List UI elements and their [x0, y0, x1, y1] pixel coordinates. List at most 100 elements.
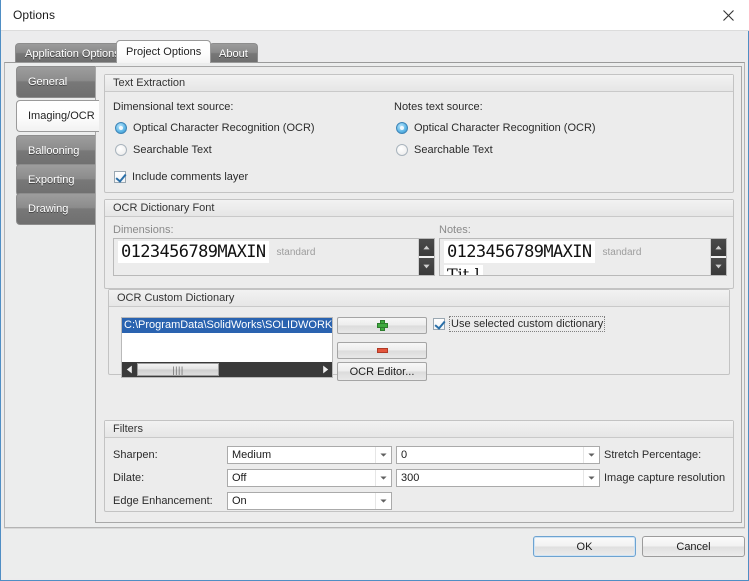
cancel-button-label: Cancel — [676, 541, 710, 553]
ok-button[interactable]: OK — [533, 536, 636, 557]
horizontal-scroll-thumb[interactable]: |||| — [137, 363, 219, 376]
ocr-editor-button[interactable]: OCR Editor... — [337, 362, 427, 381]
content-pane: Text Extraction Dimensional text source:… — [95, 66, 742, 523]
image-capture-resolution-dropdown[interactable]: 300 — [396, 469, 600, 487]
notes-scroll-down-button[interactable] — [711, 258, 726, 275]
dimensions-font-sample: 0123456789MAXIN — [118, 241, 269, 263]
scroll-right-button[interactable] — [318, 363, 332, 377]
stretch-percentage-dropdown[interactable]: 0 — [396, 446, 600, 464]
radio-dimensional-ocr-label: Optical Character Recognition (OCR) — [133, 122, 315, 134]
sharpen-dropdown-arrow[interactable] — [375, 447, 391, 463]
dimensions-scroll-down-button[interactable] — [419, 258, 434, 275]
sidebar-item-drawing[interactable]: Drawing — [16, 193, 95, 225]
tab-project-options[interactable]: Project Options — [116, 40, 211, 63]
notes-font-preview[interactable]: 0123456789MAXIN standard Tit-l — [439, 238, 727, 276]
dimensions-font-name: standard — [277, 247, 316, 258]
chevron-down-icon — [380, 476, 387, 480]
text-extraction-group: Text Extraction Dimensional text source:… — [104, 74, 734, 193]
dilate-dropdown-value: Off — [228, 472, 375, 484]
dimensions-scroll-up-button[interactable] — [419, 239, 434, 256]
sidebar-item-drawing-label: Drawing — [28, 203, 68, 215]
checkbox-use-custom-dictionary[interactable]: Use selected custom dictionary — [433, 318, 603, 330]
filters-title: Filters — [113, 423, 143, 435]
ok-button-label: OK — [577, 541, 593, 553]
dimensions-preview-scrollbar[interactable] — [418, 239, 434, 275]
notes-scroll-up-button[interactable] — [711, 239, 726, 256]
scroll-left-button[interactable] — [122, 363, 136, 377]
footer-divider — [4, 528, 745, 529]
dilate-dropdown-arrow[interactable] — [375, 470, 391, 486]
dimensional-text-source-label: Dimensional text source: — [113, 101, 233, 113]
sidebar-item-general[interactable]: General — [16, 66, 95, 98]
notes-font-sample-2: Tit-l — [444, 265, 483, 276]
sidebar-item-imaging-ocr[interactable]: Imaging/OCR — [16, 100, 99, 132]
checkbox-include-comments-layer-label: Include comments layer — [132, 171, 248, 183]
radio-dimensional-ocr[interactable]: Optical Character Recognition (OCR) — [115, 122, 315, 134]
tab-about[interactable]: About — [209, 43, 258, 63]
custom-dictionary-horizontal-scrollbar[interactable]: |||| — [122, 362, 332, 377]
add-dictionary-button[interactable] — [337, 317, 427, 334]
notes-text-source-label: Notes text source: — [394, 101, 483, 113]
close-button[interactable] — [706, 0, 749, 30]
radio-dimensional-ocr-indicator — [115, 122, 127, 134]
sidebar-item-exporting-label: Exporting — [28, 174, 74, 186]
radio-dimensional-searchable[interactable]: Searchable Text — [115, 144, 212, 156]
filters-header — [105, 421, 733, 438]
ocr-custom-dictionary-title: OCR Custom Dictionary — [117, 292, 234, 304]
sidebar-item-ballooning-label: Ballooning — [28, 145, 79, 157]
ocr-editor-button-label: OCR Editor... — [350, 366, 415, 378]
filters-group: Filters Sharpen: Medium 0 — [104, 420, 734, 512]
dimensions-font-preview-item[interactable]: 0123456789MAXIN standard — [114, 239, 418, 265]
edge-enhancement-label: Edge Enhancement: — [113, 495, 213, 507]
checkbox-include-comments-layer[interactable]: Include comments layer — [114, 171, 248, 183]
ocr-custom-dictionary-group: OCR Custom Dictionary C:\ProgramData\Sol… — [108, 289, 730, 375]
cancel-button[interactable]: Cancel — [642, 536, 745, 557]
notes-font-sample: 0123456789MAXIN — [444, 241, 595, 263]
dimensions-label: Dimensions: — [113, 224, 174, 236]
checkbox-use-custom-dictionary-label: Use selected custom dictionary — [451, 318, 603, 330]
dialog-body: General Imaging/OCR Ballooning Exporting… — [4, 62, 745, 528]
radio-notes-ocr-label: Optical Character Recognition (OCR) — [414, 122, 596, 134]
sharpen-dropdown-value: Medium — [228, 449, 375, 461]
tab-application-options[interactable]: Application Options — [15, 43, 130, 63]
title-bar: Options — [1, 0, 749, 31]
dialog-footer: OK Cancel — [4, 528, 745, 578]
window-title: Options — [13, 8, 55, 22]
triangle-left-icon — [126, 365, 133, 374]
image-capture-resolution-dropdown-arrow[interactable] — [583, 470, 599, 486]
edge-enhancement-dropdown[interactable]: On — [227, 492, 392, 510]
image-capture-resolution-value: 300 — [397, 472, 583, 484]
sidebar-item-ballooning[interactable]: Ballooning — [16, 135, 95, 167]
chevron-down-icon — [380, 453, 387, 457]
remove-dictionary-button[interactable] — [337, 342, 427, 359]
radio-notes-searchable-label: Searchable Text — [414, 144, 493, 156]
edge-enhancement-dropdown-arrow[interactable] — [375, 493, 391, 509]
chevron-up-icon — [423, 245, 430, 250]
image-capture-resolution-label: Image capture resolution — [604, 472, 725, 484]
stretch-percentage-dropdown-arrow[interactable] — [583, 447, 599, 463]
notes-font-preview-item-2[interactable]: Tit-l — [440, 265, 710, 276]
chevron-down-icon — [588, 453, 595, 457]
notes-font-preview-item[interactable]: 0123456789MAXIN standard — [440, 239, 710, 265]
radio-notes-searchable-indicator — [396, 144, 408, 156]
list-item[interactable]: C:\ProgramData\SolidWorks\SOLIDWORKS In — [122, 318, 332, 333]
radio-notes-ocr[interactable]: Optical Character Recognition (OCR) — [396, 122, 596, 134]
chevron-down-icon — [715, 264, 722, 269]
radio-dimensional-searchable-label: Searchable Text — [133, 144, 212, 156]
scroll-thumb-grip: |||| — [172, 365, 183, 375]
sharpen-dropdown[interactable]: Medium — [227, 446, 392, 464]
ocr-dictionary-font-group: OCR Dictionary Font Dimensions: Notes: 0… — [104, 199, 734, 289]
notes-label: Notes: — [439, 224, 471, 236]
tab-application-options-label: Application Options — [25, 48, 120, 60]
sidebar-item-general-label: General — [28, 76, 67, 88]
radio-dimensional-searchable-indicator — [115, 144, 127, 156]
custom-dictionary-list[interactable]: C:\ProgramData\SolidWorks\SOLIDWORKS In … — [121, 317, 333, 378]
ocr-dictionary-font-title: OCR Dictionary Font — [113, 202, 214, 214]
notes-preview-scrollbar[interactable] — [710, 239, 726, 275]
dilate-dropdown[interactable]: Off — [227, 469, 392, 487]
dimensions-font-preview[interactable]: 0123456789MAXIN standard — [113, 238, 435, 276]
sidebar-item-exporting[interactable]: Exporting — [16, 164, 95, 196]
radio-notes-searchable[interactable]: Searchable Text — [396, 144, 493, 156]
plus-icon — [377, 320, 388, 331]
sidebar-item-imaging-ocr-label: Imaging/OCR — [28, 110, 95, 122]
